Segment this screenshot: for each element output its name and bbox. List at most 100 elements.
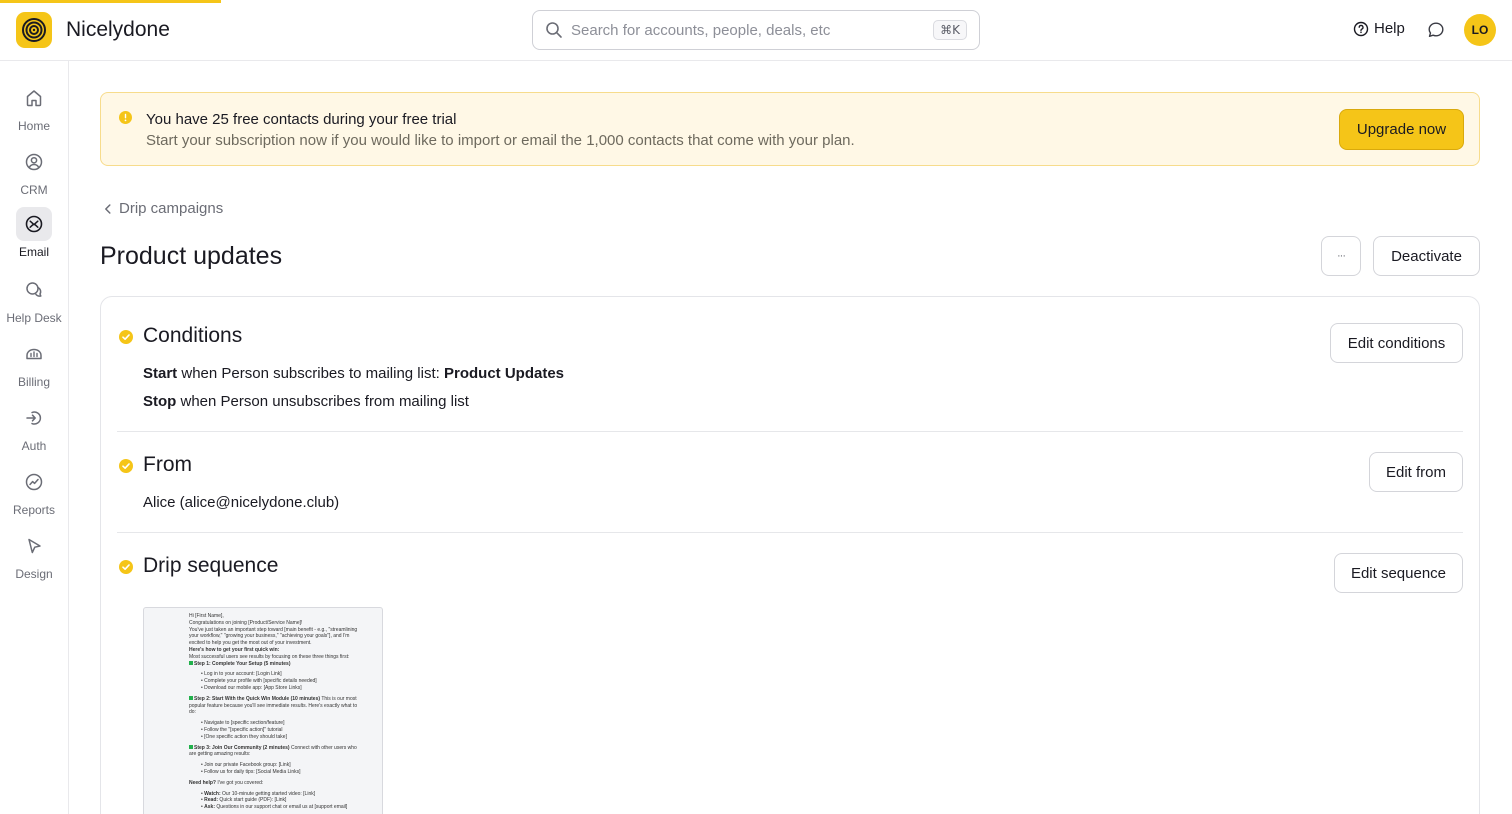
chat-bubbles-icon bbox=[16, 273, 52, 307]
spiral-logo-icon bbox=[22, 18, 46, 42]
search-icon bbox=[545, 21, 563, 39]
preview-line: • Follow us for daily tips: [Social Medi… bbox=[201, 768, 301, 775]
preview-line: • Complete your profile with [specific d… bbox=[201, 678, 317, 685]
start-condition: Start when Person subscribes to mailing … bbox=[143, 365, 564, 382]
search-shortcut-badge: ⌘K bbox=[933, 20, 967, 40]
preview-line: are getting amazing results: bbox=[189, 751, 251, 758]
preview-bullet: Read: bbox=[204, 797, 219, 804]
start-condition-text: when Person subscribes to mailing list: bbox=[181, 365, 440, 382]
section-divider bbox=[117, 532, 1463, 533]
preview-line: I've got you covered: bbox=[215, 779, 264, 786]
preview-line: You've just taken an important step towa… bbox=[189, 626, 358, 633]
checkbox-emoji-icon bbox=[189, 744, 193, 749]
messages-button[interactable] bbox=[1427, 21, 1445, 39]
pointer-icon bbox=[16, 529, 52, 563]
chat-bubble-icon bbox=[1428, 22, 1444, 37]
global-search[interactable]: ⌘K bbox=[532, 10, 980, 50]
edit-from-button[interactable]: Edit from bbox=[1369, 452, 1463, 492]
app-name: Nicelydone bbox=[66, 18, 170, 41]
preview-line: • [One specific action they should take] bbox=[201, 733, 287, 740]
preview-line: Step 3: Join Our Community (2 minutes) bbox=[194, 744, 290, 751]
user-avatar[interactable]: LO bbox=[1464, 14, 1496, 46]
search-input[interactable] bbox=[571, 21, 934, 39]
preview-line: • Navigate to [specific section/feature] bbox=[201, 720, 285, 727]
upgrade-now-button[interactable]: Upgrade now bbox=[1339, 109, 1464, 150]
breadcrumb[interactable]: Drip campaigns bbox=[101, 200, 223, 217]
stop-condition: Stop when Person unsubscribes from maili… bbox=[143, 393, 469, 410]
start-keyword: Start bbox=[143, 365, 178, 382]
preview-bullet: Follow us for daily tips: [Social Media … bbox=[204, 768, 301, 775]
top-bar: Nicelydone ⌘K Help LO bbox=[0, 0, 1512, 61]
mail-icon bbox=[16, 207, 52, 241]
breadcrumb-label: Drip campaigns bbox=[119, 200, 224, 217]
preview-line: Here's how to get your first quick win: bbox=[189, 646, 280, 653]
preview-line: excited to help you get the most out of … bbox=[189, 640, 312, 647]
more-horizontal-icon: ··· bbox=[1337, 250, 1346, 262]
preview-bullet: Follow the "[specific action]" tutorial bbox=[204, 726, 283, 733]
sidebar-item-design[interactable]: Design bbox=[0, 529, 68, 591]
more-actions-button[interactable]: ··· bbox=[1321, 236, 1361, 276]
drip-sequence-title: Drip sequence bbox=[143, 554, 279, 577]
sidebar-item-label: Reports bbox=[12, 503, 56, 517]
conditions-title: Conditions bbox=[143, 324, 243, 347]
preview-line: • Log in to your account: [Login Link] bbox=[201, 671, 282, 678]
check-circle-icon bbox=[119, 459, 133, 473]
checkbox-emoji-icon bbox=[189, 695, 193, 700]
banner-title: You have 25 free contacts during your fr… bbox=[146, 111, 457, 128]
sidebar-item-label: Help Desk bbox=[6, 311, 62, 325]
start-mailing-list: Product Updates bbox=[443, 365, 564, 382]
preview-line: • Ask: Questions in our support chat or … bbox=[201, 804, 348, 811]
preview-line: Step 1: Complete Your Setup (5 minutes) bbox=[194, 660, 291, 667]
email-preview-thumbnail[interactable]: Hi [First Name], Congratulations on join… bbox=[143, 607, 383, 814]
preview-line: Need help? bbox=[189, 779, 216, 786]
sidebar-item-help-desk[interactable]: Help Desk bbox=[0, 273, 68, 335]
deactivate-button[interactable]: Deactivate bbox=[1373, 236, 1480, 276]
sidebar-item-label: Design bbox=[15, 567, 53, 581]
preview-bullet: Join our private Facebook group: [Link] bbox=[204, 762, 291, 769]
preview-step: Step 1: Complete Your Setup (5 minutes) bbox=[189, 660, 382, 668]
help-button[interactable]: Help bbox=[1353, 20, 1405, 37]
sidebar-item-email[interactable]: Email bbox=[0, 207, 68, 269]
info-icon bbox=[119, 111, 132, 124]
preview-line: Connect with other users who bbox=[289, 744, 357, 751]
preview-step: Step 2: Start With the Quick Win Module … bbox=[189, 695, 382, 703]
preview-line: your workflow," "growing your business,"… bbox=[189, 633, 350, 640]
preview-bullet: Watch: bbox=[204, 790, 221, 797]
sidebar-item-reports[interactable]: Reports bbox=[0, 465, 68, 527]
preview-step: Step 3: Join Our Community (2 minutes) C… bbox=[189, 744, 382, 752]
preview-line: Step 2: Start With the Quick Win Module … bbox=[194, 695, 321, 702]
preview-line: This is our most bbox=[320, 695, 357, 702]
preview-bullet: Navigate to [specific section/feature] bbox=[204, 720, 285, 727]
sidebar-item-crm[interactable]: CRM bbox=[0, 145, 68, 207]
sidebar-item-billing[interactable]: Billing bbox=[0, 337, 68, 399]
chart-icon bbox=[16, 465, 52, 499]
app-logo[interactable] bbox=[16, 12, 52, 48]
preview-line: • Join our private Facebook group: [Link… bbox=[201, 762, 291, 769]
page-loading-bar bbox=[0, 0, 221, 3]
preview-line: Need help? I've got you covered: bbox=[189, 780, 382, 787]
preview-line: do: bbox=[189, 709, 196, 716]
question-circle-icon bbox=[1353, 21, 1369, 37]
preview-line: • Watch: Our 10-minute getting started v… bbox=[201, 790, 316, 797]
payments-icon bbox=[16, 337, 52, 371]
edit-conditions-button[interactable]: Edit conditions bbox=[1330, 323, 1463, 363]
preview-line: popular feature because you'll see immed… bbox=[189, 702, 358, 709]
edit-sequence-button[interactable]: Edit sequence bbox=[1334, 553, 1463, 593]
sidebar-item-home[interactable]: Home bbox=[0, 81, 68, 143]
preview-bullet: [One specific action they should take] bbox=[204, 733, 287, 740]
check-circle-icon bbox=[119, 560, 133, 574]
preview-line: • Download our mobile app: [App Store Li… bbox=[201, 684, 302, 691]
sidebar-item-auth[interactable]: Auth bbox=[0, 401, 68, 463]
preview-bullet: Questions in our support chat or email u… bbox=[214, 804, 348, 811]
preview-bullet: Quick start guide (PDF): [Link] bbox=[218, 797, 287, 804]
help-label: Help bbox=[1374, 20, 1405, 37]
chevron-left-icon bbox=[101, 202, 115, 216]
sidebar-nav: Home CRM Email Help Desk Billing Auth Re… bbox=[0, 61, 69, 814]
stop-keyword: Stop bbox=[143, 393, 177, 410]
sidebar-item-label: Auth bbox=[21, 439, 47, 453]
preview-line: • Read: Quick start guide (PDF): [Link] bbox=[201, 797, 287, 804]
page-title: Product updates bbox=[100, 242, 283, 270]
stop-condition-text: when Person unsubscribes from mailing li… bbox=[180, 393, 469, 410]
preview-bullet: Our 10-minute getting started video: [Li… bbox=[220, 790, 316, 797]
check-circle-icon bbox=[119, 330, 133, 344]
